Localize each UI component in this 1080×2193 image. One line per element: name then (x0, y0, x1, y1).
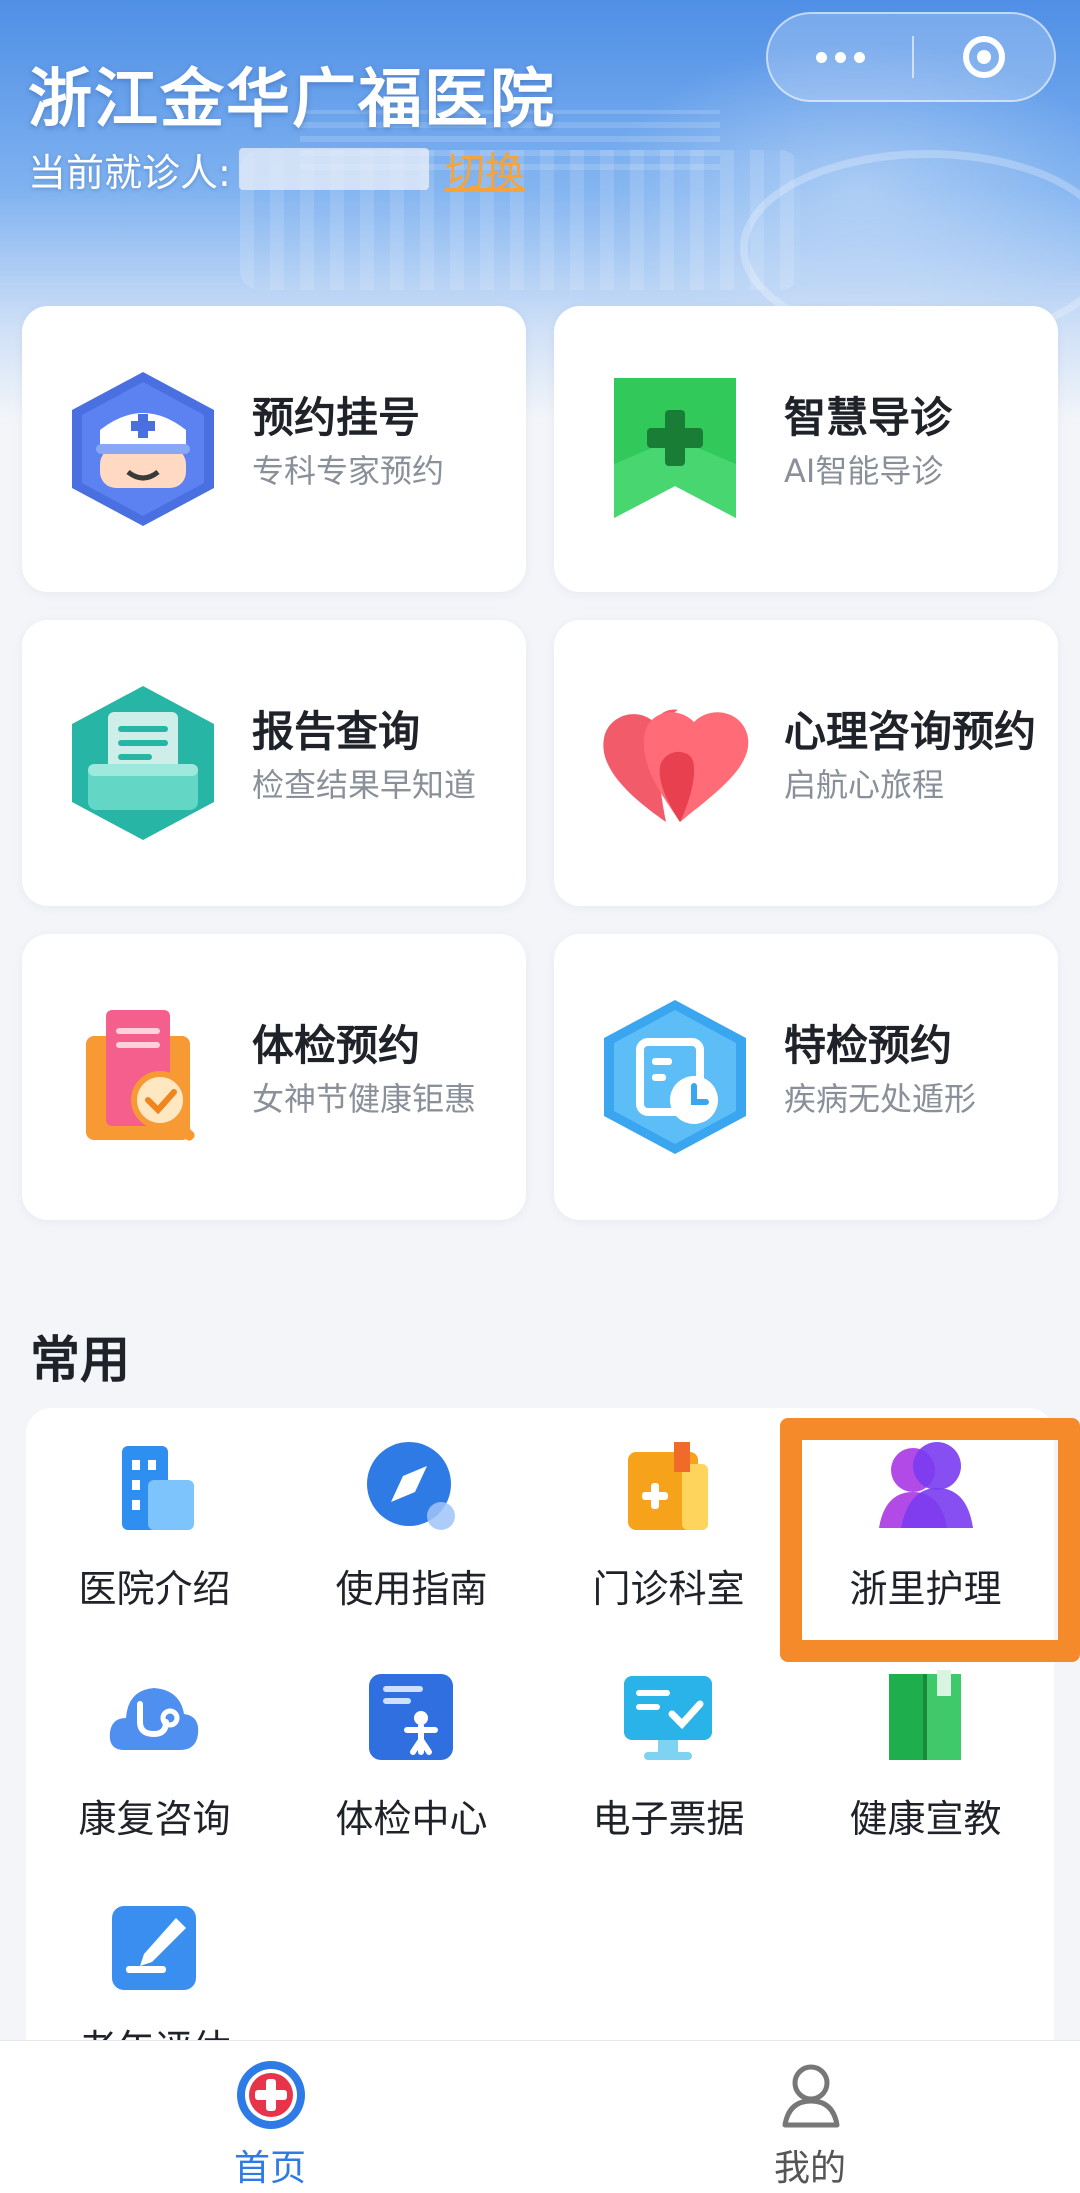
miniprogram-capsule (766, 12, 1056, 102)
common-item-user-guide[interactable]: 使用指南 (283, 1408, 540, 1638)
common-item-hospital-intro[interactable]: 医院介绍 (26, 1408, 283, 1638)
card-subtitle: 检查结果早知道 (252, 766, 477, 804)
checkup-document-icon (86, 1010, 195, 1141)
clinic-folder-icon (628, 1442, 708, 1530)
tab-home[interactable]: 首页 (0, 2041, 540, 2193)
calendar-clock-icon (604, 1000, 746, 1154)
card-subtitle: 启航心旅程 (784, 766, 945, 804)
current-patient-row: 当前就诊人: 切换 (28, 142, 525, 196)
common-functions-panel: 医院介绍 使用指南 门诊科室 浙里护理 康复咨询 体检中心 电子票据 健康宣教 (26, 1408, 1054, 2108)
service-card-psychology[interactable]: 心理咨询预约 启航心旅程 (554, 620, 1058, 906)
common-item-label: 体检中心 (335, 1797, 488, 1841)
nursing-people-icon (879, 1442, 973, 1528)
service-card-physical-exam[interactable]: 体检预约 女神节健康钜惠 (22, 934, 526, 1220)
common-item-zheli-nursing[interactable]: 浙里护理 (797, 1408, 1054, 1638)
card-title: 报告查询 (252, 707, 421, 756)
card-subtitle: 专科专家预约 (252, 452, 445, 490)
common-item-label: 使用指南 (335, 1567, 488, 1611)
card-title: 预约挂号 (252, 393, 421, 442)
home-cross-icon (237, 2061, 305, 2129)
stethoscope-cloud-icon (109, 1688, 199, 1750)
common-item-label: 医院介绍 (78, 1567, 231, 1611)
common-item-label: 门诊科室 (592, 1567, 745, 1611)
hospital-title: 浙江金华广福医院 (28, 63, 556, 137)
switch-patient-link[interactable]: 切换 (445, 140, 525, 198)
building-icon (122, 1446, 194, 1530)
patient-name-masked (238, 148, 429, 190)
compass-icon (367, 1442, 455, 1530)
common-item-label: 健康宣教 (849, 1797, 1002, 1841)
service-card-special-exam[interactable]: 特检预约 疾病无处遁形 (554, 934, 1058, 1220)
common-item-label: 电子票据 (592, 1797, 745, 1841)
medical-bookmark-icon (614, 378, 736, 518)
user-profile-icon (782, 2064, 840, 2128)
bottom-tab-bar: 首页 我的 (0, 2040, 1080, 2193)
monitor-check-icon (624, 1676, 712, 1760)
card-title: 特检预约 (784, 1021, 953, 1070)
tab-home-label: 首页 (233, 2148, 306, 2189)
more-options-icon[interactable] (768, 14, 912, 100)
card-subtitle: 疾病无处遁形 (784, 1080, 977, 1118)
tab-mine[interactable]: 我的 (540, 2041, 1080, 2193)
common-item-e-invoice[interactable]: 电子票据 (540, 1638, 797, 1868)
close-miniprogram-icon[interactable] (914, 14, 1054, 100)
service-card-report[interactable]: 报告查询 检查结果早知道 (22, 620, 526, 906)
book-icon (889, 1670, 961, 1760)
person-document-icon (369, 1674, 453, 1760)
common-section-title: 常用 (30, 1331, 130, 1389)
common-item-health-education[interactable]: 健康宣教 (797, 1638, 1054, 1868)
card-title: 体检预约 (252, 1021, 421, 1070)
nurse-icon (72, 372, 214, 526)
card-subtitle: AI智能导诊 (784, 452, 944, 490)
tab-mine-label: 我的 (773, 2148, 846, 2189)
patient-label: 当前就诊人: (28, 150, 231, 195)
heart-icon (603, 709, 749, 822)
common-item-rehab-consult[interactable]: 康复咨询 (26, 1638, 283, 1868)
common-item-label: 康复咨询 (78, 1797, 231, 1841)
common-item-checkup-center[interactable]: 体检中心 (283, 1638, 540, 1868)
service-card-smart-guide[interactable]: 智慧导诊 AI智能导诊 (554, 306, 1058, 592)
service-card-appointment[interactable]: 预约挂号 专科专家预约 (22, 306, 526, 592)
edit-pencil-icon (112, 1906, 196, 1990)
card-title: 智慧导诊 (784, 393, 953, 442)
report-printer-icon (72, 686, 214, 840)
common-item-clinic-department[interactable]: 门诊科室 (540, 1408, 797, 1638)
common-item-label: 浙里护理 (849, 1567, 1002, 1611)
card-subtitle: 女神节健康钜惠 (252, 1080, 477, 1118)
card-title: 心理咨询预约 (784, 707, 1037, 756)
